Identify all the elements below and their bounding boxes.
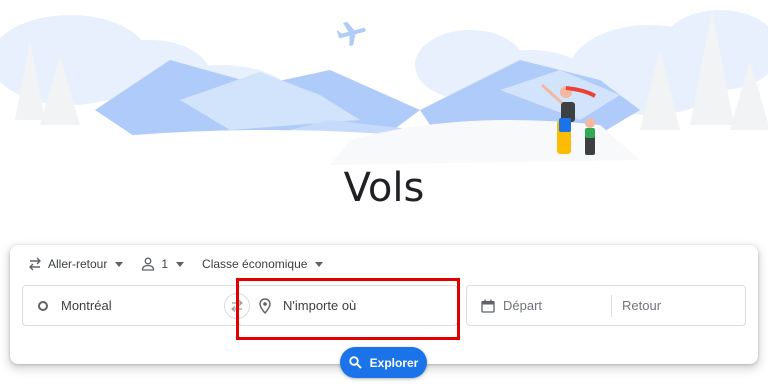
location-pin-icon — [259, 297, 271, 314]
explore-label: Explorer — [369, 355, 419, 370]
passengers-count: 1 — [161, 257, 169, 271]
date-divider — [611, 294, 612, 317]
dates-field[interactable]: Départ Retour — [466, 285, 746, 326]
trip-type-selector[interactable]: Aller-retour — [28, 257, 124, 271]
return-input[interactable]: Retour — [622, 298, 661, 313]
swap-arrows-icon — [29, 257, 41, 271]
trip-type-label: Aller-retour — [48, 257, 108, 271]
origin-value: Montréal — [61, 298, 112, 313]
search-options-row: Aller-retour 1 Classe économique — [28, 257, 341, 271]
airplane-icon — [336, 21, 366, 47]
circle-origin-icon — [38, 300, 48, 311]
chevron-down-icon — [315, 261, 324, 267]
chevron-down-icon — [115, 261, 124, 267]
calendar-icon — [481, 299, 495, 313]
passengers-selector[interactable]: 1 — [141, 257, 185, 271]
cabin-class-label: Classe économique — [202, 257, 308, 271]
swap-arrows-icon — [231, 300, 243, 312]
destination-input: N'importe où — [283, 298, 357, 313]
hero-illustration — [0, 0, 768, 175]
page-title: Vols — [343, 165, 425, 211]
search-icon — [348, 356, 362, 369]
origin-field[interactable]: Montréal — [22, 285, 240, 326]
chevron-down-icon — [176, 261, 185, 267]
destination-field[interactable]: N'importe où — [238, 285, 458, 326]
explore-button[interactable]: Explorer — [340, 347, 427, 378]
cabin-class-selector[interactable]: Classe économique — [202, 257, 324, 271]
person-icon — [142, 257, 155, 271]
swap-locations-button[interactable] — [224, 293, 250, 319]
departure-input[interactable]: Départ — [503, 298, 611, 313]
